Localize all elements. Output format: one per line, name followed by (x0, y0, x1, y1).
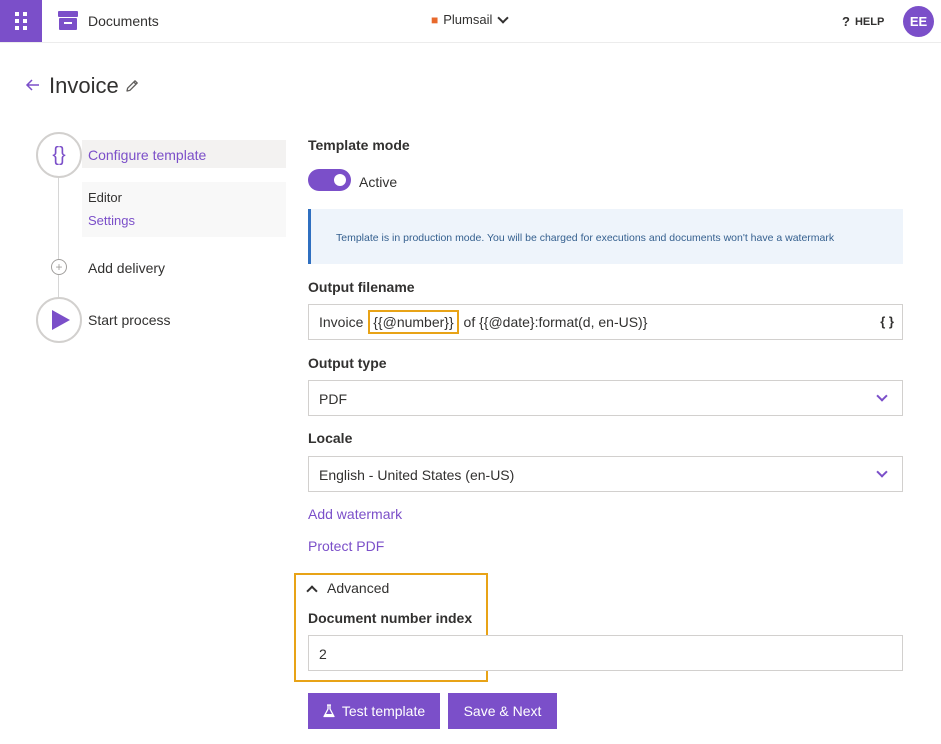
info-message: Template is in production mode. You will… (336, 232, 835, 244)
chevron-down-icon (876, 466, 888, 478)
locale-label: Locale (308, 430, 353, 446)
output-type-select[interactable]: PDF (308, 380, 903, 416)
help-button[interactable]: ? HELP (842, 14, 884, 29)
back-arrow-icon[interactable] (25, 77, 41, 93)
test-template-button[interactable]: Test template (308, 693, 440, 729)
save-next-button[interactable]: Save & Next (448, 693, 557, 729)
locale-select[interactable]: English - United States (en-US) (308, 456, 903, 492)
help-label: HELP (854, 15, 885, 28)
number-token-highlight: {{@number}} (368, 310, 459, 334)
test-template-label: Test template (341, 703, 426, 719)
info-message-bar: Template is in production mode. You will… (308, 209, 903, 264)
tenant-name: Plumsail (443, 12, 493, 27)
step-start-process[interactable]: Start process (88, 312, 170, 328)
template-mode-label: Template mode (308, 137, 410, 153)
grid-icon (15, 12, 27, 30)
home-icon: ■ (431, 12, 439, 27)
substep-editor[interactable]: Editor (88, 190, 122, 205)
output-filename-label: Output filename (308, 279, 415, 295)
output-filename-value: Invoice {{@number}} of {{@date}:format(d… (319, 310, 647, 334)
tenant-switcher[interactable]: ■ Plumsail (431, 11, 510, 27)
play-icon (36, 297, 82, 343)
top-bar: Documents ■ Plumsail ? HELP EE (0, 0, 941, 43)
template-mode-state: Active (359, 174, 398, 190)
pencil-icon[interactable] (124, 78, 140, 94)
plus-icon: + (51, 259, 67, 275)
substep-settings[interactable]: Settings (88, 213, 135, 228)
locale-value: English - United States (en-US) (319, 467, 515, 483)
template-mode-toggle[interactable] (308, 169, 351, 191)
add-watermark-link[interactable]: Add watermark (308, 506, 402, 522)
output-type-value: PDF (319, 391, 347, 407)
insert-token-icon[interactable]: { } (880, 314, 894, 329)
document-number-index-label: Document number index (308, 610, 473, 626)
chevron-down-icon (497, 11, 510, 24)
step-add-delivery[interactable]: Add delivery (88, 260, 165, 276)
flask-icon (323, 704, 335, 718)
app-launcher-button[interactable] (0, 0, 42, 42)
page-title: Invoice (49, 73, 119, 98)
document-number-index-input[interactable]: 2 (308, 635, 903, 671)
avatar[interactable]: EE (903, 6, 934, 37)
app-name: Documents (88, 13, 159, 29)
advanced-label: Advanced (327, 580, 390, 596)
braces-icon: {} (36, 132, 82, 178)
stepper-line (58, 176, 59, 298)
step-configure-template[interactable]: Configure template (88, 147, 206, 163)
advanced-toggle[interactable]: Advanced (305, 580, 390, 597)
document-number-index-value: 2 (319, 646, 327, 662)
chevron-down-icon (876, 390, 888, 402)
output-type-label: Output type (308, 355, 387, 371)
output-filename-input[interactable]: Invoice {{@number}} of {{@date}:format(d… (308, 304, 903, 340)
document-box-icon (58, 11, 78, 30)
protect-pdf-link[interactable]: Protect PDF (308, 538, 384, 554)
question-icon: ? (842, 14, 850, 29)
chevron-up-icon (306, 584, 318, 597)
